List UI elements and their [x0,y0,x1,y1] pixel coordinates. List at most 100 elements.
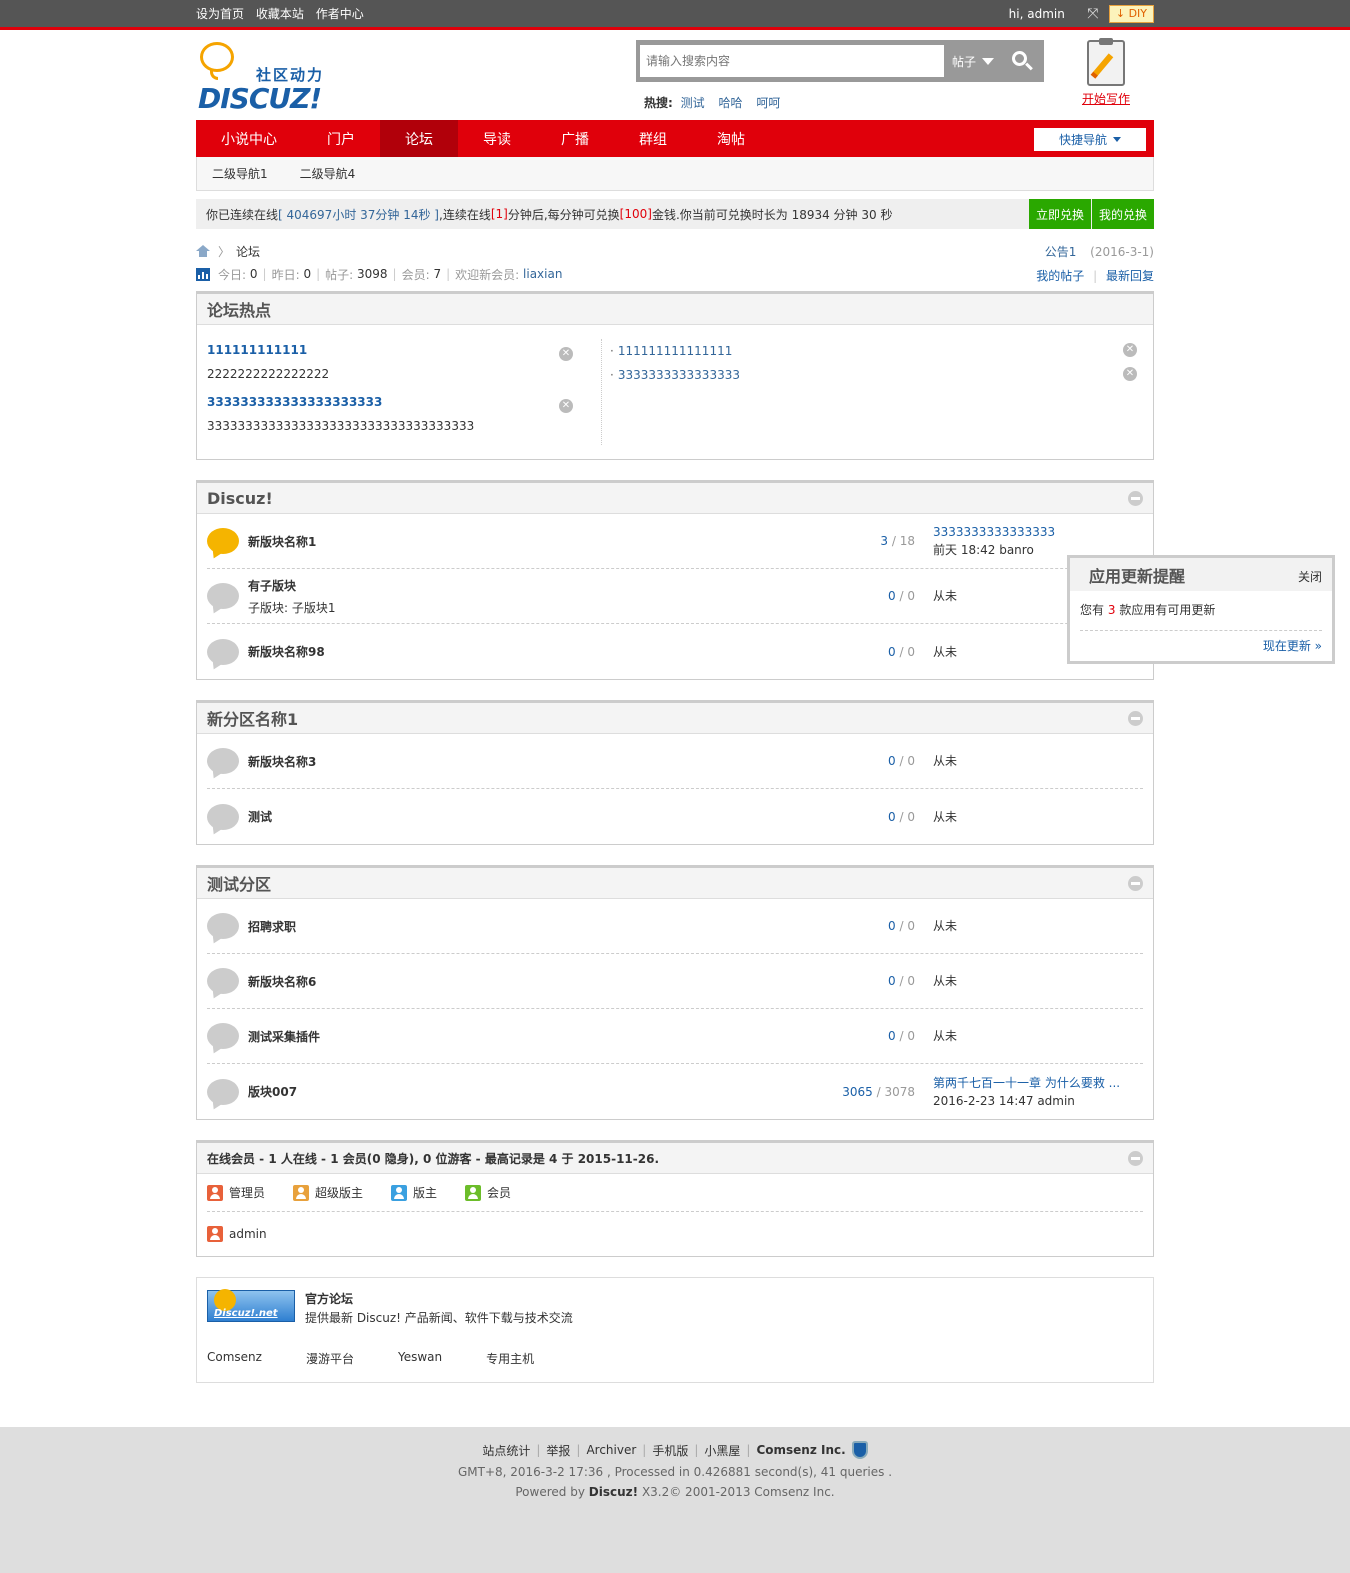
top-links: 设为首页 收藏本站 作者中心 [196,5,372,22]
forum-last-post: 第两千七百一十一章 为什么要救 ... 2016-2-23 14:47 admi… [933,1074,1120,1110]
collapse-icon[interactable] [1128,491,1143,506]
hot-term[interactable]: 呵呵 [756,96,780,110]
hot-item-title[interactable]: 111111111111 [207,343,577,357]
nav-item-broadcast[interactable]: 广播 [536,120,614,157]
footer-link[interactable]: 站点统计 [482,1442,530,1459]
my-posts-link[interactable]: 我的帖子 [1036,269,1084,283]
footer-link[interactable]: 小黑屋 [704,1442,740,1459]
hot-item: 333333333333333333333 333333333333333333… [207,395,577,433]
friend-link[interactable]: 专用主机 [486,1350,534,1367]
nav-item-collections[interactable]: 淘帖 [692,120,770,157]
fullscreen-icon[interactable]: ⤧ [1085,6,1101,22]
search-type-select[interactable]: 帖子 [944,53,1002,70]
breadcrumb-current[interactable]: 论坛 [236,243,260,260]
footer-company[interactable]: Comsenz Inc. [756,1443,845,1457]
latest-replies-link[interactable]: 最新回复 [1106,269,1154,283]
forum-name[interactable]: 新版块名称1 [248,533,316,550]
update-now-link[interactable]: 现在更新 » [1263,639,1322,653]
close-icon[interactable]: ✕ [1123,343,1137,357]
powered-brand[interactable]: Discuz! [589,1485,638,1499]
forum-row[interactable]: 版块007 3065 / 3078 第两千七百一十一章 为什么要救 ... 20… [207,1064,1143,1119]
hot-list-link[interactable]: 3333333333333333 [618,368,740,382]
friend-link[interactable]: Yeswan [398,1350,442,1367]
nav-item-portal[interactable]: 门户 [302,120,380,157]
forum-row[interactable]: 招聘求职 0 / 0 从未 [207,899,1143,954]
new-member-link[interactable]: liaxian [523,267,562,281]
forum-name[interactable]: 测试采集插件 [248,1028,320,1045]
footer-link[interactable]: 举报 [546,1442,570,1459]
forum-last-post: 从未 [933,752,957,770]
forum-last-post: 从未 [933,808,957,826]
forum-row[interactable]: 新版块名称98 0 / 0 从未 [207,624,1143,679]
collapse-icon[interactable] [1128,876,1143,891]
forum-row[interactable]: 新版块名称1 3 / 18 3333333333333333 前天 18:42 … [207,514,1143,569]
forum-name[interactable]: 招聘求职 [248,918,296,935]
forum-count: 0 / 0 [888,1029,915,1043]
nav-item-novel[interactable]: 小说中心 [196,120,302,157]
close-icon[interactable]: ✕ [559,347,573,361]
forum-row[interactable]: 测试 0 / 0 从未 [207,789,1143,844]
forum-icon [207,583,239,609]
subnav-item[interactable]: 二级导航4 [300,165,356,182]
hot-item-title[interactable]: 333333333333333333333 [207,395,577,409]
popup-close-button[interactable]: 关闭 [1298,568,1322,585]
subforum-list[interactable]: 子版块: 子版块1 [248,599,336,616]
collapse-icon[interactable] [1128,1151,1143,1166]
last-post-link[interactable]: 3333333333333333 [933,525,1055,539]
start-writing-button[interactable]: 开始写作 [1080,38,1132,107]
forum-row[interactable]: 测试采集插件 0 / 0 从未 [207,1009,1143,1064]
subnav-item[interactable]: 二级导航1 [212,165,268,182]
forum-name[interactable]: 测试 [248,808,272,825]
nav-item-forum[interactable]: 论坛 [380,120,458,157]
forum-row[interactable]: 新版块名称3 0 / 0 从未 [207,734,1143,789]
friend-link[interactable]: 漫游平台 [306,1350,354,1367]
my-exchange-button[interactable]: 我的兑换 [1091,199,1154,229]
hot-term[interactable]: 哈哈 [718,96,742,110]
nav-item-groups[interactable]: 群组 [614,120,692,157]
hot-term[interactable]: 测试 [681,96,705,110]
collapse-icon[interactable] [1128,711,1143,726]
close-icon[interactable]: ✕ [1123,367,1137,381]
official-forum-logo[interactable]: Discuz!.net [207,1289,295,1322]
footer-link[interactable]: 手机版 [652,1442,688,1459]
exchange-now-button[interactable]: 立即兑换 [1028,199,1091,229]
site-logo[interactable]: 社区动力 DISCUZ! [198,42,333,115]
footer-link[interactable]: Archiver [586,1443,636,1457]
last-post-link[interactable]: 第两千七百一十一章 为什么要救 ... [933,1076,1120,1090]
thread-count: 0 [888,1029,896,1043]
author-center-link[interactable]: 作者中心 [316,7,364,21]
hot-list-link[interactable]: 111111111111111 [618,344,733,358]
forum-name[interactable]: 新版块名称6 [248,973,316,990]
forum-name[interactable]: 新版块名称3 [248,753,316,770]
close-icon[interactable]: ✕ [559,399,573,413]
official-forum-title[interactable]: 官方论坛 [305,1290,573,1307]
forum-name[interactable]: 版块007 [248,1083,297,1100]
diy-button[interactable]: ↓ DIY [1108,4,1154,23]
forum-row[interactable]: 有子版块 子版块: 子版块1 0 / 0 从未 [207,569,1143,624]
search-button[interactable] [1002,45,1040,77]
announcement-link[interactable]: 公告1 [1045,245,1077,259]
online-user-link[interactable]: admin [229,1227,267,1241]
search-input[interactable] [640,45,944,77]
online-summary[interactable]: 在线会员 - 1 人在线 - 1 会员(0 隐身), 0 位游客 - 最高记录是… [207,1150,659,1167]
logo-bubble-icon [200,42,234,72]
forum-name[interactable]: 有子版块 [248,577,336,594]
forum-name[interactable]: 新版块名称98 [248,643,325,660]
set-homepage-link[interactable]: 设为首页 [196,7,244,21]
hot-topics-box: 论坛热点 111111111111 2222222222222222 ✕ 333… [196,291,1154,460]
thread-count: 0 [888,809,896,824]
online-members-box: 在线会员 - 1 人在线 - 1 会员(0 隐身), 0 位游客 - 最高记录是… [196,1140,1154,1257]
bookmark-link[interactable]: 收藏本站 [256,7,304,21]
forum-count: 0 / 0 [888,974,915,988]
admin-user-icon [207,1184,223,1201]
quick-nav-label: 快捷导航 [1058,133,1107,147]
quick-nav-button[interactable]: 快捷导航 [1034,128,1146,151]
nav-item-guide[interactable]: 导读 [458,120,536,157]
forum-row[interactable]: 新版块名称6 0 / 0 从未 [207,954,1143,1009]
user-greeting[interactable]: hi, admin [1009,7,1065,21]
shield-icon[interactable] [851,1441,868,1459]
home-icon[interactable] [196,245,210,257]
top-bar: 设为首页 收藏本站 作者中心 hi, admin ⤧ ↓ DIY [0,0,1350,30]
forum-last-post: 从未 [933,1027,957,1045]
friend-link[interactable]: Comsenz [207,1350,262,1367]
